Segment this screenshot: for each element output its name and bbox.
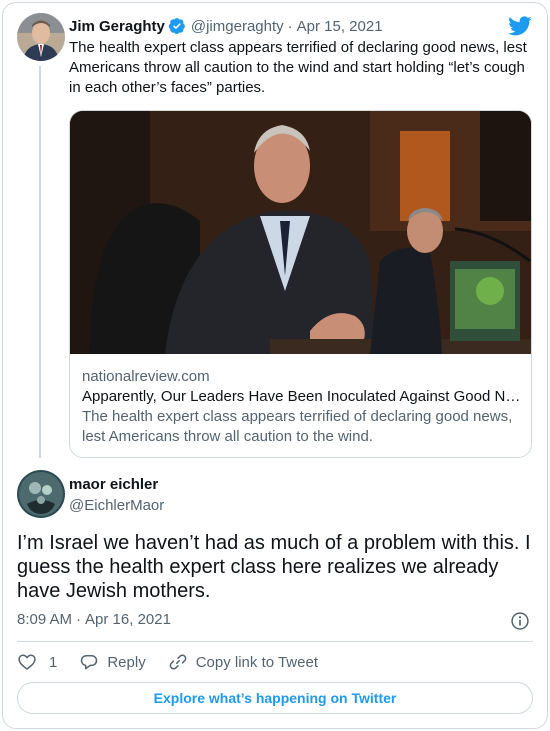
link-title[interactable]: Apparently, Our Leaders Have Been Inocul… (82, 387, 522, 407)
reply-date: Apr 16, 2021 (85, 611, 171, 628)
parent-author-avatar[interactable] (17, 13, 65, 61)
parent-tweet-header: Jim Geraghty @jimgeraghty · Apr 15, 2021 (69, 15, 383, 37)
reply-tweet-text: I’m Israel we haven’t had as much of a p… (17, 532, 531, 602)
verified-badge-icon (168, 18, 185, 34)
action-divider (17, 641, 533, 642)
link-preview-meta: nationalreview.com Apparently, Our Leade… (82, 367, 522, 447)
reply-label: Reply (107, 653, 146, 671)
link-icon (169, 654, 187, 670)
info-icon[interactable] (510, 611, 530, 631)
timestamp-separator: · (76, 611, 82, 628)
like-count: 1 (49, 653, 58, 671)
reply-time: 8:09 AM (17, 611, 73, 628)
parent-tweet-date[interactable]: Apr 15, 2021 (297, 18, 383, 35)
link-preview-image (70, 111, 531, 354)
twitter-bird-icon[interactable] (508, 14, 532, 38)
thread-connector-line (39, 66, 41, 458)
reply-author-avatar[interactable] (17, 470, 65, 518)
link-preview-card[interactable]: nationalreview.com Apparently, Our Leade… (69, 110, 532, 458)
reply-timestamp[interactable]: 8:09 AM · Apr 16, 2021 (17, 611, 171, 628)
parent-author-handle[interactable]: @jimgeraghty (191, 18, 284, 35)
heart-icon (18, 654, 36, 670)
header-separator: · (287, 17, 293, 35)
link-description: The health expert class appears terrifie… (82, 408, 513, 445)
reply-author-name[interactable]: maor eichler (69, 476, 158, 493)
reply-icon (81, 655, 98, 670)
copy-link-label: Copy link to Tweet (195, 653, 318, 671)
like-button[interactable]: 1 (17, 652, 57, 672)
parent-author-name[interactable]: Jim Geraghty (69, 18, 165, 35)
explore-twitter-button[interactable]: Explore what’s happening on Twitter (17, 682, 533, 714)
reply-author-handle[interactable]: @EichlerMaor (69, 497, 164, 514)
link-domain: nationalreview.com (82, 368, 210, 385)
copy-link-button[interactable]: Copy link to Tweet (168, 652, 318, 672)
parent-tweet-text: The health expert class appears terrifie… (69, 39, 527, 96)
reply-button[interactable]: Reply (79, 652, 146, 672)
tweet-actions-bar: 1 Reply Copy link to Tweet (17, 652, 340, 672)
